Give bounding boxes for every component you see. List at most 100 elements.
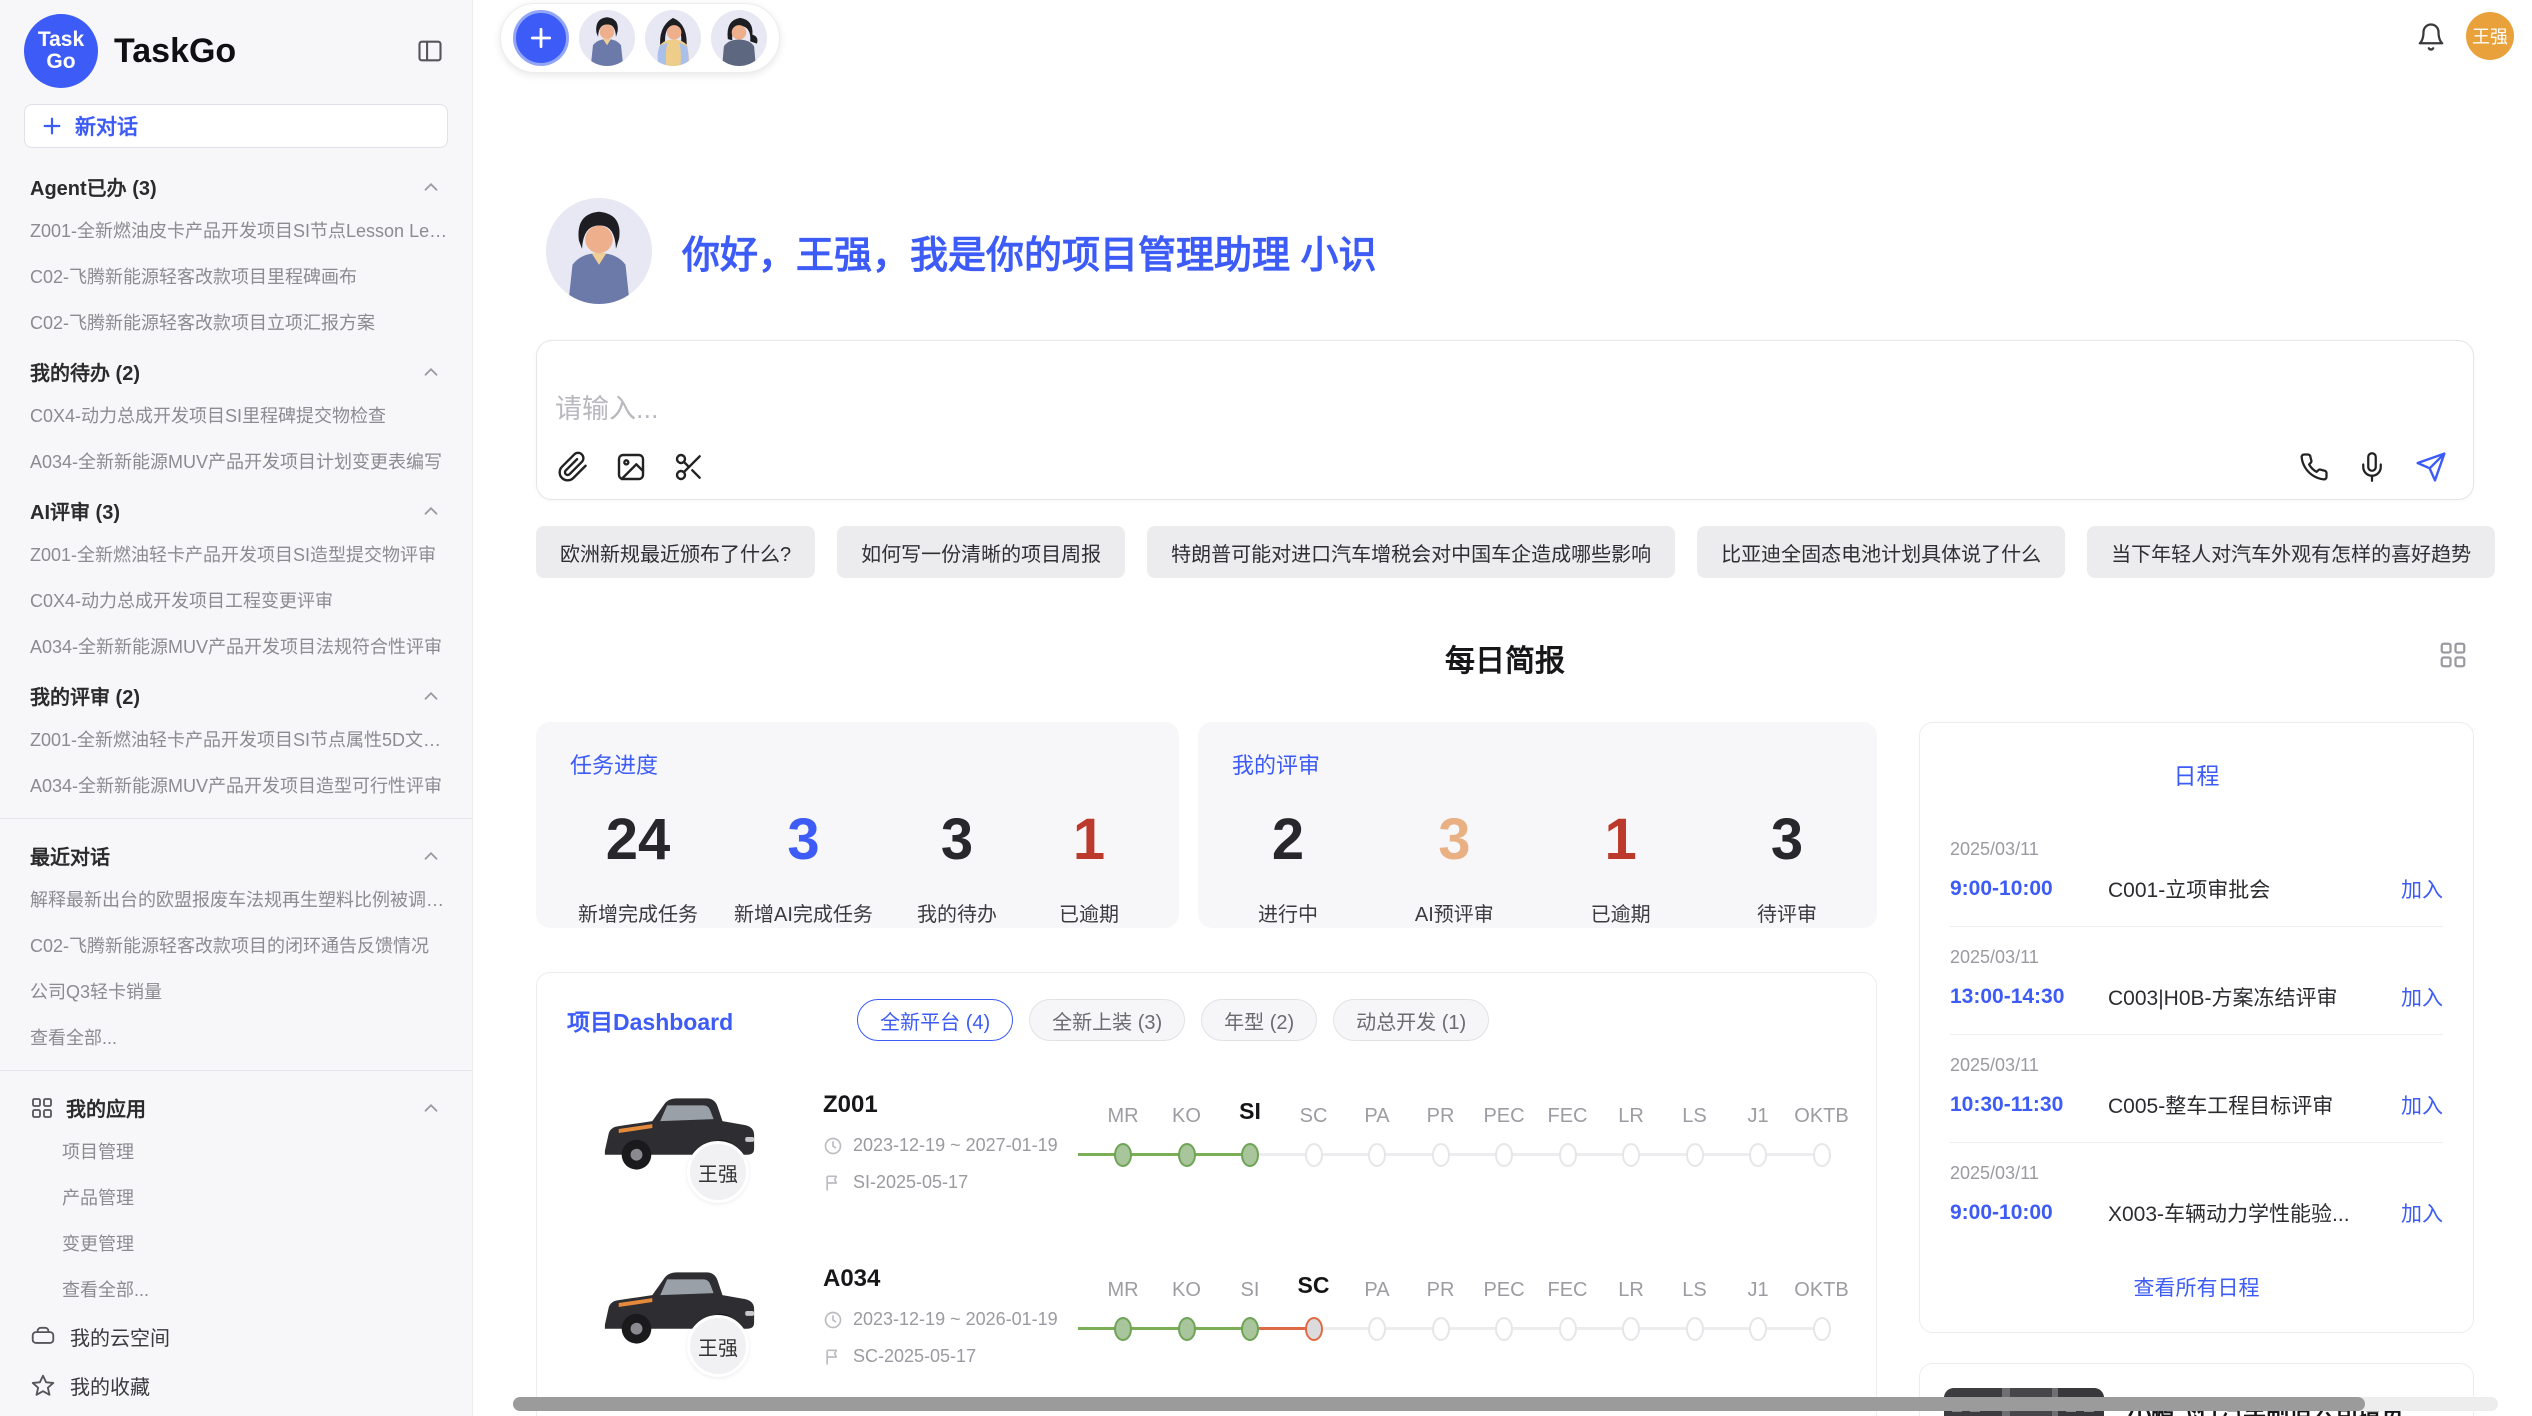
task-item[interactable]: A034-全新新能源MUV产品开发项目法规符合性评审 — [0, 623, 472, 669]
dashboard-tab-3[interactable]: 动总开发 (1) — [1333, 999, 1489, 1041]
apps-view-all-link[interactable]: 查看全部... — [0, 1266, 472, 1312]
chevron-up-icon — [420, 176, 442, 198]
stat-value: 1 — [1073, 808, 1105, 872]
flag-icon — [823, 1347, 843, 1367]
brief-layout-button[interactable] — [2438, 640, 2468, 675]
app-item[interactable]: 变更管理 — [0, 1220, 472, 1266]
schedule-join-link[interactable]: 加入 — [2401, 982, 2443, 1012]
schedule-view-all-link[interactable]: 查看所有日程 — [1950, 1250, 2443, 1310]
person-avatar-icon — [645, 10, 701, 66]
stat-label: 新增AI完成任务 — [734, 898, 873, 927]
project-code: Z001 — [823, 1091, 1083, 1119]
horizontal-scrollbar-thumb[interactable] — [513, 1397, 2365, 1411]
dashboard-tab-1[interactable]: 全新上装 (3) — [1029, 999, 1185, 1041]
assistant-avatar — [546, 198, 652, 304]
schedule-join-link[interactable]: 加入 — [2401, 1198, 2443, 1228]
sidebar-link-cloud[interactable]: 我的云空间 — [0, 1312, 472, 1361]
new-chat-button[interactable]: 新对话 — [24, 104, 448, 148]
agent-avatar-3[interactable] — [711, 10, 767, 66]
chevron-up-icon — [420, 845, 442, 867]
collapse-sidebar-button[interactable] — [412, 33, 448, 69]
send-icon — [2415, 451, 2447, 483]
task-item[interactable]: C0X4-动力总成开发项目工程变更评审 — [0, 577, 472, 623]
project-row-A034[interactable]: 王强A0342023-12-19 ~ 2026-01-19SC-2025-05-… — [567, 1259, 1846, 1389]
send-button[interactable] — [2415, 451, 2447, 483]
project-row-Z001[interactable]: 王强Z0012023-12-19 ~ 2027-01-19SI-2025-05-… — [567, 1085, 1846, 1215]
recent-chat-item[interactable]: C02-飞腾新能源轻客改款项目的闭环通告反馈情况 — [0, 922, 472, 968]
task-item[interactable]: Z001-全新燃油皮卡产品开发项目SI节点Lesson Learn报告 — [0, 207, 472, 253]
stat-value: 3 — [1438, 808, 1470, 872]
milestone-dot-MR — [1114, 1143, 1132, 1167]
milestone-label-LS: LS — [1682, 1279, 1706, 1302]
suggestion-chip[interactable]: 比亚迪全固态电池计划具体说了什么 — [1697, 526, 2065, 578]
milestone-label-PR: PR — [1427, 1105, 1455, 1128]
task-item[interactable]: A034-全新新能源MUV产品开发项目计划变更表编写 — [0, 438, 472, 484]
sidebar-link-star[interactable]: 我的收藏 — [0, 1361, 472, 1410]
add-agent-button[interactable] — [513, 10, 569, 66]
app-item[interactable]: 项目管理 — [0, 1128, 472, 1174]
milestone-label-J1: J1 — [1747, 1279, 1768, 1302]
milestone-dot-LS — [1686, 1143, 1704, 1167]
task-item[interactable]: Z001-全新燃油轻卡产品开发项目SI节点属性5D文件评审 — [0, 716, 472, 762]
attach-file-button[interactable] — [557, 451, 589, 483]
project-date-range: 2023-12-19 ~ 2026-01-19 — [853, 1309, 1058, 1330]
logo-line1: Task — [38, 29, 84, 51]
sidebar-storage-links: 我的云空间我的收藏 — [0, 1312, 472, 1410]
task-section-header-2[interactable]: AI评审 (3) — [0, 484, 472, 531]
milestone-label-PR: PR — [1427, 1279, 1455, 1302]
agent-avatar-2[interactable] — [645, 10, 701, 66]
microphone-button[interactable] — [2357, 452, 2387, 482]
task-item[interactable]: C02-飞腾新能源轻客改款项目立项汇报方案 — [0, 299, 472, 345]
suggestion-chip[interactable]: 如何写一份清晰的项目周报 — [837, 526, 1125, 578]
recent-chats-header[interactable]: 最近对话 — [0, 829, 472, 876]
bell-icon — [2416, 22, 2446, 52]
dashboard-tab-2[interactable]: 年型 (2) — [1201, 999, 1317, 1041]
milestone-label-LR: LR — [1618, 1279, 1644, 1302]
recent-chat-item[interactable]: 解释最新出台的欧盟报废车法规再生塑料比例被调至15%... — [0, 876, 472, 922]
milestone-label-SI: SI — [1239, 1098, 1261, 1125]
recent-chats-list: 解释最新出台的欧盟报废车法规再生塑料比例被调至15%...C02-飞腾新能源轻客… — [0, 876, 472, 1014]
task-item[interactable]: Z001-全新燃油轻卡产品开发项目SI造型提交物评审 — [0, 531, 472, 577]
horizontal-scrollbar-track[interactable] — [513, 1397, 2498, 1411]
clock-icon — [823, 1136, 843, 1156]
user-avatar[interactable]: 王强 — [2466, 12, 2514, 60]
schedule-join-link[interactable]: 加入 — [2401, 1090, 2443, 1120]
suggestion-chip[interactable]: 欧洲新规最近颁布了什么? — [536, 526, 815, 578]
agent-avatar-1[interactable] — [579, 10, 635, 66]
task-section-header-0[interactable]: Agent已办 (3) — [0, 160, 472, 207]
chat-input[interactable] — [553, 385, 2153, 441]
voice-call-button[interactable] — [2299, 452, 2329, 482]
task-item[interactable]: C02-飞腾新能源轻客改款项目里程碑画布 — [0, 253, 472, 299]
my-apps-header[interactable]: 我的应用 — [0, 1081, 472, 1128]
schedule-date: 2025/03/11 — [1950, 1055, 2443, 1076]
suggestion-chips: 欧洲新规最近颁布了什么? 如何写一份清晰的项目周报特朗普可能对进口汽车增税会对中国… — [536, 526, 2474, 578]
dashboard-tab-0[interactable]: 全新平台 (4) — [857, 999, 1013, 1041]
schedule-join-link[interactable]: 加入 — [2401, 874, 2443, 904]
sidebar-task-sections: Agent已办 (3)Z001-全新燃油皮卡产品开发项目SI节点Lesson L… — [0, 160, 472, 808]
stat-value: 24 — [606, 808, 671, 872]
schedule-event-title: C003|H0B-方案冻结评审 — [2108, 982, 2389, 1012]
task-item[interactable]: C0X4-动力总成开发项目SI里程碑提交物检查 — [0, 392, 472, 438]
schedule-time: 13:00-14:30 — [1950, 985, 2108, 1009]
notifications-button[interactable] — [2416, 22, 2446, 57]
screenshot-button[interactable] — [673, 451, 705, 483]
milestone-dot-LR — [1622, 1143, 1640, 1167]
milestone-track: MRKOSISCPAPRPECFECLRLSJ1OKTB — [1083, 1263, 1846, 1383]
insert-image-button[interactable] — [615, 451, 647, 483]
task-section-header-1[interactable]: 我的待办 (2) — [0, 345, 472, 392]
task-section-header-3[interactable]: 我的评审 (2) — [0, 669, 472, 716]
milestone-dot-KO — [1178, 1143, 1196, 1167]
microphone-icon — [2357, 452, 2387, 482]
recent-chat-item[interactable]: 公司Q3轻卡销量 — [0, 968, 472, 1014]
task-item[interactable]: A034-全新新能源MUV产品开发项目造型可行性评审 — [0, 762, 472, 808]
recent-view-all-link[interactable]: 查看全部... — [0, 1014, 472, 1060]
stat-card-title: 我的评审 — [1232, 748, 1843, 780]
project-flag-label: SC-2025-05-17 — [853, 1346, 976, 1367]
milestone-label-PA: PA — [1364, 1279, 1389, 1302]
milestone-dot-PEC — [1495, 1317, 1513, 1341]
milestone-label-PEC: PEC — [1483, 1105, 1524, 1128]
suggestion-chip[interactable]: 特朗普可能对进口汽车增税会对中国车企造成哪些影响 — [1147, 526, 1675, 578]
app-item[interactable]: 产品管理 — [0, 1174, 472, 1220]
suggestion-chip[interactable]: 当下年轻人对汽车外观有怎样的喜好趋势 — [2087, 526, 2495, 578]
project-flag: SI-2025-05-17 — [823, 1172, 1083, 1193]
